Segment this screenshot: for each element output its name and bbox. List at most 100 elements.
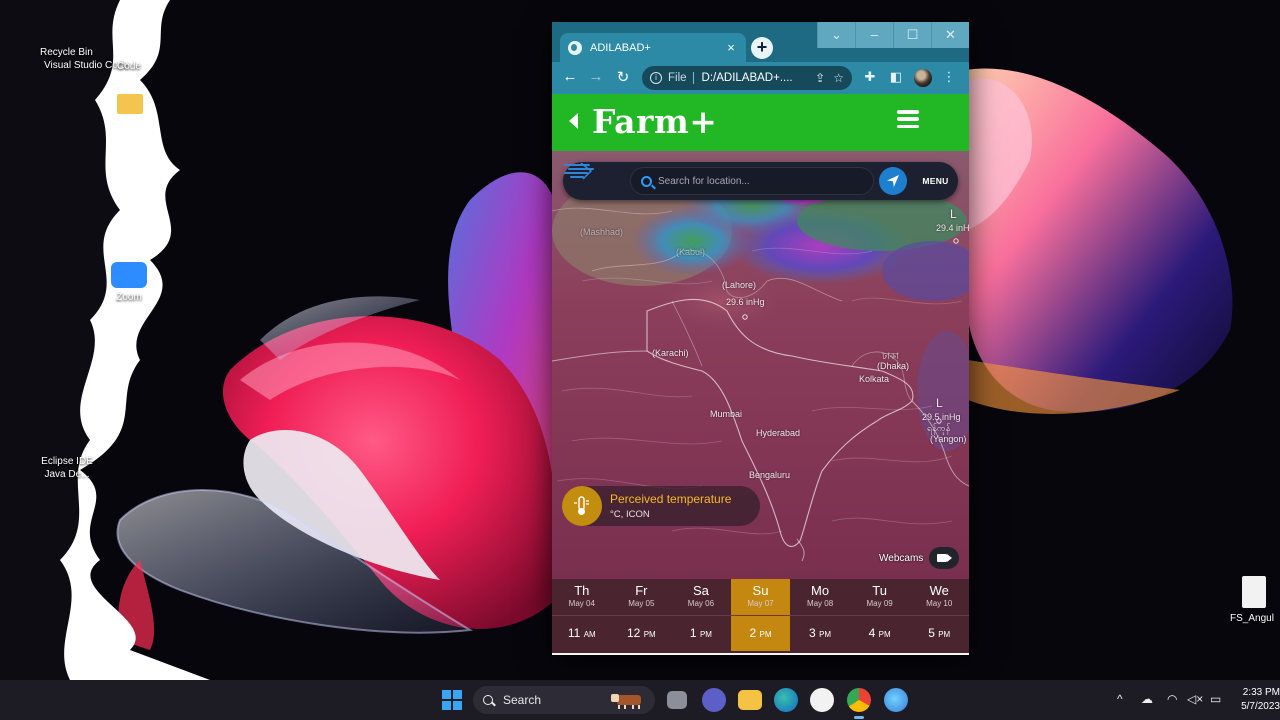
timeline-day[interactable]: Tu May 09 xyxy=(850,579,910,615)
close-tab-icon[interactable]: × xyxy=(724,40,738,55)
vscode-icon[interactable] xyxy=(884,688,908,712)
menu-button[interactable]: MENU xyxy=(913,162,958,200)
volume-icon[interactable]: ◁× xyxy=(1187,692,1203,706)
wifi-icon[interactable]: ◠ xyxy=(1167,692,1177,706)
teams-chat-icon[interactable] xyxy=(702,688,726,712)
avatar[interactable] xyxy=(914,69,932,87)
windy-logo-icon[interactable] xyxy=(563,162,595,180)
overlay-subtitle: °C, ICON xyxy=(610,509,650,520)
back-button[interactable]: ← xyxy=(560,68,580,85)
onedrive-icon[interactable]: ☁ xyxy=(1141,692,1153,706)
browser-toolbar: ← → ↻ i File D:/ADILABAD+.... ⇪ ☆ ✚ ◧ ⋮ xyxy=(552,62,969,94)
maximize-button[interactable]: ☐ xyxy=(893,22,931,48)
hour-period: PM xyxy=(699,630,712,639)
forward-button[interactable]: → xyxy=(586,68,606,85)
search-field xyxy=(630,167,874,195)
url-text[interactable]: D:/ADILABAD+.... xyxy=(702,72,808,84)
tab-adilabad[interactable]: ADILABAD+ × xyxy=(560,33,746,62)
page-content: Farm+ (Mashhad) (Kabul) (Lahore) 29.6 in… xyxy=(552,94,969,655)
timeline-day[interactable]: We May 10 xyxy=(909,579,969,615)
locate-button[interactable] xyxy=(879,167,907,195)
webcam-icon[interactable] xyxy=(929,547,959,569)
back-arrow-icon[interactable] xyxy=(569,113,578,129)
day-name: We xyxy=(929,583,949,598)
reload-button[interactable]: ↻ xyxy=(613,68,633,86)
close-window-button[interactable]: ✕ xyxy=(931,22,969,48)
day-name: Fr xyxy=(635,583,648,598)
map-label-pressure-ne: 29.4 inH xyxy=(936,223,969,233)
map-label-kolkata: Kolkata xyxy=(859,374,890,384)
day-name: Tu xyxy=(872,583,887,598)
app-icon[interactable] xyxy=(810,688,834,712)
hour-value: 5 xyxy=(928,626,935,640)
hour-value: 1 xyxy=(689,626,697,640)
clock-time: 2:33 PM xyxy=(1242,687,1280,698)
timeline-day[interactable]: Mo May 08 xyxy=(790,579,850,615)
tab-search-button[interactable]: ⌄ xyxy=(817,22,855,48)
more-icon[interactable]: ⋮ xyxy=(940,69,958,85)
task-view-icon[interactable] xyxy=(667,691,687,709)
file-explorer-icon[interactable] xyxy=(738,690,762,710)
new-tab-button[interactable]: + xyxy=(751,37,773,59)
desktop-icon-eclipse[interactable]: Eclipse IDE Java De... xyxy=(22,455,112,481)
desktop-icon-label: Recycle Bin xyxy=(40,47,93,58)
hour-value: 12 xyxy=(626,626,641,640)
globe-icon xyxy=(568,40,582,55)
hamburger-menu-icon[interactable] xyxy=(897,110,919,129)
webcams-label[interactable]: Webcams xyxy=(879,553,923,564)
map-label-hyderabad: Hyderabad xyxy=(756,428,801,438)
search-input[interactable] xyxy=(658,175,858,187)
tray-chevron-icon[interactable]: ^ xyxy=(1117,692,1123,706)
taskbar-search[interactable]: Search xyxy=(473,686,655,714)
map-label-karachi: (Karachi) xyxy=(652,348,689,358)
timeline-hour[interactable]: 3 PM xyxy=(790,615,850,651)
desktop-icon-vscode[interactable]: Code xyxy=(84,60,174,73)
map-label-low-east: L xyxy=(936,396,943,410)
map-label-dhaka: (Dhaka) xyxy=(877,361,910,371)
hour-period: AM xyxy=(583,630,596,639)
timeline-hour[interactable]: 2 PM xyxy=(730,615,791,651)
folder-icon xyxy=(117,94,143,114)
address-bar[interactable]: i File D:/ADILABAD+.... ⇪ ☆ xyxy=(642,66,852,90)
url-scheme: File xyxy=(668,72,687,84)
system-clock[interactable]: 2:33 PM 5/7/2023 xyxy=(1234,686,1280,714)
timeline-day[interactable]: Su May 07 xyxy=(730,579,791,615)
weather-map[interactable]: (Mashhad) (Kabul) (Lahore) 29.6 inHg (Ka… xyxy=(552,151,969,579)
tab-title: ADILABAD+ xyxy=(590,41,651,54)
timeline-hour[interactable]: 1 PM xyxy=(671,615,731,651)
timeline-hour[interactable]: 11 AM xyxy=(552,615,612,651)
extensions-icon[interactable]: ✚ xyxy=(861,69,879,85)
map-label-mashhad: (Mashhad) xyxy=(580,227,624,237)
star-icon[interactable]: ☆ xyxy=(833,71,844,85)
edge-icon[interactable] xyxy=(774,688,798,712)
day-date: May 08 xyxy=(806,599,834,608)
overlay-indicator[interactable]: Perceived temperature °C, ICON xyxy=(562,486,760,526)
taskbar: Search ^ ☁ ◠ ◁× ▭ 2:33 PM 5/7/2023 xyxy=(0,680,1280,720)
timeline-hour[interactable]: 12 PM xyxy=(612,615,672,651)
battery-icon[interactable]: ▭ xyxy=(1210,692,1221,706)
share-icon[interactable]: ⇪ xyxy=(815,71,825,85)
chrome-icon[interactable] xyxy=(847,688,871,719)
info-icon[interactable]: i xyxy=(650,72,662,84)
search-icon xyxy=(483,695,493,705)
desktop-icon-fs-angular[interactable]: FS_Angul xyxy=(1230,576,1280,625)
thermometer-icon xyxy=(562,486,602,526)
tab-bar: ADILABAD+ × + ⌄ – ☐ ✕ xyxy=(552,22,969,62)
minimize-button[interactable]: – xyxy=(855,22,893,48)
sidepanel-icon[interactable]: ◧ xyxy=(887,69,905,85)
timeline-hour[interactable]: 5 PM xyxy=(909,615,969,651)
start-button[interactable] xyxy=(442,690,462,710)
site-logo[interactable]: Farm+ xyxy=(592,102,717,141)
hour-period: PM xyxy=(878,630,891,639)
desktop-icon-zoom[interactable]: Zoom xyxy=(84,262,174,304)
timeline-hour[interactable]: 4 PM xyxy=(850,615,910,651)
hour-value: 2 xyxy=(749,626,757,640)
hour-value: 11 xyxy=(567,626,581,640)
timeline-day[interactable]: Th May 04 xyxy=(552,579,612,615)
timeline-day[interactable]: Sa May 06 xyxy=(671,579,731,615)
map-label-bengaluru: Bengaluru xyxy=(749,470,791,480)
timeline-day[interactable]: Fr May 05 xyxy=(612,579,672,615)
desktop-icon-folder[interactable] xyxy=(110,94,150,117)
window-controls: ⌄ – ☐ ✕ xyxy=(817,22,969,48)
location-search-bar: MENU xyxy=(563,162,958,200)
